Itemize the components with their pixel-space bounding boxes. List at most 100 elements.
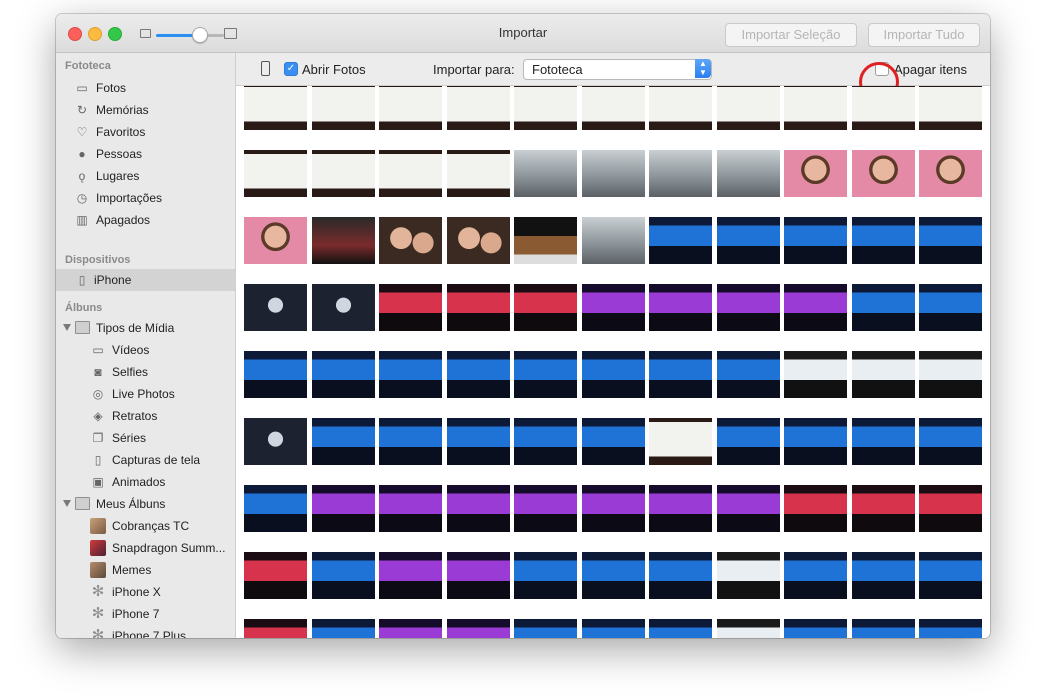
photo-thumbnail[interactable] — [784, 418, 847, 465]
photo-thumbnail[interactable] — [716, 150, 780, 197]
photo-thumbnail[interactable] — [514, 86, 577, 130]
photo-thumbnail[interactable] — [244, 418, 307, 465]
sidebar-item-videos[interactable]: ▭ Vídeos — [56, 339, 235, 361]
photo-thumbnail[interactable] — [649, 284, 712, 331]
photo-thumbnail[interactable] — [379, 619, 442, 638]
photo-thumbnail[interactable] — [716, 552, 780, 599]
photo-thumbnail[interactable] — [851, 150, 915, 197]
photo-thumbnail[interactable] — [311, 418, 375, 465]
photo-thumbnail[interactable] — [851, 418, 915, 465]
photo-thumbnail[interactable] — [581, 351, 645, 398]
photo-thumbnail[interactable] — [784, 485, 847, 532]
photo-thumbnail[interactable] — [311, 485, 375, 532]
photo-thumbnail[interactable] — [919, 284, 982, 331]
photo-thumbnail[interactable] — [379, 485, 442, 532]
photo-thumbnail[interactable] — [851, 552, 915, 599]
disclosure-triangle-icon[interactable] — [63, 324, 71, 331]
photo-thumbnail[interactable] — [311, 150, 375, 197]
photo-thumbnail[interactable] — [784, 217, 847, 264]
sidebar-item-photos[interactable]: ▭ Fotos — [56, 77, 235, 99]
photo-thumbnail[interactable] — [919, 418, 982, 465]
photo-thumbnail[interactable] — [649, 217, 712, 264]
photo-thumbnail[interactable] — [446, 485, 510, 532]
photo-thumbnail[interactable] — [581, 552, 645, 599]
photo-thumbnail[interactable] — [379, 284, 442, 331]
sidebar-item-selfies[interactable]: ◙ Selfies — [56, 361, 235, 383]
sidebar-item-album[interactable]: Cobranças TC — [56, 515, 235, 537]
photo-thumbnail[interactable] — [649, 351, 712, 398]
photo-thumbnail[interactable] — [919, 619, 982, 638]
photo-thumbnail[interactable] — [851, 217, 915, 264]
photo-thumbnail[interactable] — [919, 552, 982, 599]
photo-thumbnail[interactable] — [514, 485, 577, 532]
photo-thumbnail[interactable] — [379, 217, 442, 264]
photo-thumbnail[interactable] — [716, 86, 780, 130]
photo-thumbnail[interactable] — [311, 86, 375, 130]
photo-thumbnail[interactable] — [379, 351, 442, 398]
import-all-button[interactable]: Importar Tudo — [868, 23, 980, 47]
photo-thumbnail[interactable] — [379, 150, 442, 197]
photo-thumbnail[interactable] — [446, 418, 510, 465]
photo-thumbnail[interactable] — [784, 86, 847, 130]
photo-thumbnail[interactable] — [514, 351, 577, 398]
photo-thumbnail[interactable] — [514, 552, 577, 599]
photo-thumbnail[interactable] — [446, 86, 510, 130]
photo-thumbnail[interactable] — [581, 619, 645, 638]
sidebar-item-places[interactable]: ǫ Lugares — [56, 165, 235, 187]
photo-thumbnail[interactable] — [581, 485, 645, 532]
photo-thumbnail[interactable] — [649, 86, 712, 130]
photo-thumbnail[interactable] — [244, 485, 307, 532]
sidebar-item-deleted[interactable]: ▥ Apagados — [56, 209, 235, 231]
photo-thumbnail[interactable] — [446, 150, 510, 197]
photo-thumbnail[interactable] — [716, 351, 780, 398]
photo-thumbnail[interactable] — [244, 86, 307, 130]
photo-thumbnail[interactable] — [784, 284, 847, 331]
photo-thumbnail[interactable] — [514, 284, 577, 331]
sidebar-item-album[interactable]: Snapdragon Summ... — [56, 537, 235, 559]
photo-thumbnail[interactable] — [716, 217, 780, 264]
sidebar-item-animated[interactable]: ▣ Animados — [56, 471, 235, 493]
sidebar-item-live-photos[interactable]: ◎ Live Photos — [56, 383, 235, 405]
sidebar-item-album[interactable]: ✻ iPhone X — [56, 581, 235, 603]
photo-thumbnail[interactable] — [919, 217, 982, 264]
photo-thumbnail[interactable] — [716, 284, 780, 331]
photo-thumbnail[interactable] — [581, 284, 645, 331]
photo-thumbnail[interactable] — [784, 619, 847, 638]
photo-thumbnail[interactable] — [311, 351, 375, 398]
sidebar-item-media-types[interactable]: Tipos de Mídia — [56, 317, 235, 339]
delete-items-label[interactable]: Apagar itens — [894, 62, 967, 77]
photo-thumbnail[interactable] — [311, 217, 375, 264]
photo-thumbnail[interactable] — [919, 150, 982, 197]
disclosure-triangle-icon[interactable] — [63, 500, 71, 507]
photo-thumbnail[interactable] — [446, 284, 510, 331]
photo-thumbnail[interactable] — [244, 552, 307, 599]
photo-thumbnail[interactable] — [379, 552, 442, 599]
photo-thumbnail[interactable] — [379, 86, 442, 130]
photo-thumbnail[interactable] — [784, 351, 847, 398]
photo-thumbnail[interactable] — [311, 552, 375, 599]
photo-thumbnail[interactable] — [311, 284, 375, 331]
photo-thumbnail[interactable] — [851, 351, 915, 398]
sidebar-item-screenshots[interactable]: ▯ Capturas de tela — [56, 449, 235, 471]
photo-thumbnail[interactable] — [446, 351, 510, 398]
photo-thumbnail[interactable] — [919, 485, 982, 532]
sidebar-item-album[interactable]: ✻ iPhone 7 — [56, 603, 235, 625]
sidebar-item-bursts[interactable]: ❐ Séries — [56, 427, 235, 449]
sidebar-item-imports[interactable]: ◷ Importações — [56, 187, 235, 209]
sidebar-item-memories[interactable]: ↻ Memórias — [56, 99, 235, 121]
photo-thumbnail[interactable] — [581, 150, 645, 197]
photo-thumbnail[interactable] — [244, 619, 307, 638]
photo-thumbnail[interactable] — [649, 552, 712, 599]
photo-thumbnail[interactable] — [244, 150, 307, 197]
open-photos-checkbox[interactable]: ✓ — [284, 62, 298, 76]
photo-thumbnail[interactable] — [514, 619, 577, 638]
import-destination-select[interactable]: Fototeca ▲ ▼ — [523, 59, 712, 80]
photo-thumbnail[interactable] — [446, 217, 510, 264]
sidebar-item-album[interactable]: ✻ iPhone 7 Plus — [56, 625, 235, 639]
sidebar-item-album[interactable]: Memes — [56, 559, 235, 581]
photo-thumbnail[interactable] — [649, 619, 712, 638]
photo-thumbnail[interactable] — [649, 485, 712, 532]
photo-thumbnail[interactable] — [716, 485, 780, 532]
photo-thumbnail[interactable] — [514, 217, 577, 264]
photo-thumbnail[interactable] — [851, 284, 915, 331]
